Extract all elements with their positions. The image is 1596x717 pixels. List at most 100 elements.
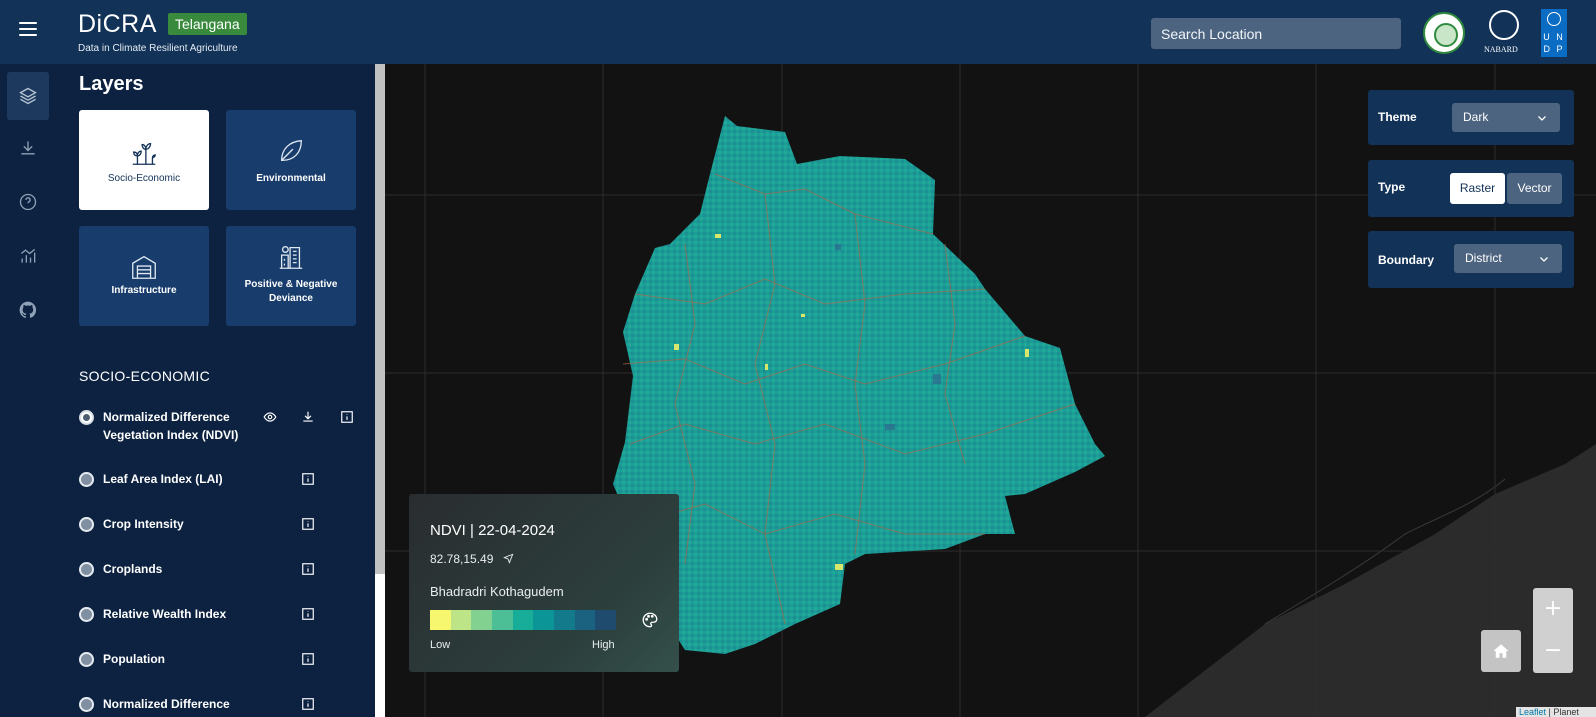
boundary-select[interactable]: District bbox=[1454, 244, 1562, 273]
layer-item-population[interactable]: Population bbox=[79, 650, 359, 690]
type-label: Type bbox=[1378, 180, 1406, 194]
layer-radio[interactable] bbox=[79, 472, 94, 487]
layers-icon[interactable] bbox=[7, 72, 49, 120]
layer-item-normalized-difference[interactable]: Normalized Difference bbox=[79, 695, 359, 717]
chevron-down-icon bbox=[1540, 257, 1548, 262]
coordinates-text: 82.78,15.49 bbox=[430, 552, 494, 566]
analytics-icon[interactable] bbox=[7, 232, 49, 280]
card-deviance[interactable]: Positive & Negative Deviance bbox=[226, 226, 356, 326]
legend-title: NDVI | 22-04-2024 bbox=[430, 522, 555, 539]
legend-color-ramp bbox=[430, 610, 617, 630]
panel-scrollbar-thumb[interactable] bbox=[375, 64, 385, 574]
layer-label: Relative Wealth Index bbox=[103, 607, 227, 621]
zoom-in-button[interactable]: + bbox=[1533, 588, 1573, 630]
left-rail bbox=[0, 64, 57, 717]
telangana-ndvi-raster[interactable] bbox=[613, 116, 1105, 654]
layer-item-relative-wealth[interactable]: Relative Wealth Index bbox=[79, 605, 359, 645]
ramp-swatch bbox=[471, 610, 493, 630]
sea-area bbox=[1145, 444, 1596, 717]
info-icon[interactable] bbox=[301, 607, 315, 621]
card-socio-economic[interactable]: Socio-Economic bbox=[79, 110, 209, 210]
legend-coordinates: 82.78,15.49 bbox=[430, 552, 514, 566]
layer-radio[interactable] bbox=[79, 607, 94, 622]
locate-arrow-icon bbox=[502, 553, 514, 564]
layer-label: Normalized Difference bbox=[103, 697, 230, 711]
nabard-logo-text: NABARD bbox=[1484, 45, 1518, 54]
boundary-control: Boundary District bbox=[1368, 231, 1574, 288]
brand-title: DiCRA bbox=[78, 10, 157, 38]
card-label: Socio-Economic bbox=[107, 173, 181, 184]
info-icon[interactable] bbox=[301, 517, 315, 531]
boundary-value: District bbox=[1465, 251, 1502, 265]
ramp-swatch bbox=[512, 610, 534, 630]
app-root: DiCRA Telangana Data in Climate Resilien… bbox=[0, 0, 1596, 717]
info-icon[interactable] bbox=[301, 652, 315, 666]
card-label: Positive & Negative Deviance bbox=[244, 279, 338, 304]
search-location-input[interactable] bbox=[1151, 18, 1401, 49]
home-button[interactable] bbox=[1481, 630, 1521, 672]
ramp-swatch bbox=[574, 610, 596, 630]
theme-label: Theme bbox=[1378, 110, 1417, 124]
ramp-swatch bbox=[533, 610, 555, 630]
layer-label: Normalized Difference Vegetation Index (… bbox=[103, 410, 239, 442]
download-icon[interactable] bbox=[7, 124, 49, 172]
type-vector-button[interactable]: Vector bbox=[1507, 173, 1562, 204]
ndvi-legend-card: NDVI | 22-04-2024 82.78,15.49 Bhadradri … bbox=[409, 494, 679, 672]
layer-radio[interactable] bbox=[79, 410, 94, 425]
github-icon[interactable] bbox=[7, 286, 49, 334]
layer-item-croplands[interactable]: Croplands bbox=[79, 560, 359, 600]
ramp-swatch bbox=[554, 610, 575, 630]
legend-high-label: High bbox=[592, 639, 615, 651]
layer-radio[interactable] bbox=[79, 652, 94, 667]
attribution-rest: | Planet bbox=[1546, 707, 1579, 717]
theme-control: Theme Dark bbox=[1368, 90, 1574, 145]
layer-item-ndvi[interactable]: Normalized Difference Vegetation Index (… bbox=[79, 408, 359, 448]
layer-download-icon[interactable] bbox=[301, 410, 315, 424]
info-icon[interactable] bbox=[301, 562, 315, 576]
help-icon[interactable] bbox=[7, 178, 49, 226]
state-tag: Telangana bbox=[168, 13, 247, 35]
info-icon[interactable] bbox=[301, 472, 315, 486]
leaflet-link[interactable]: Leaflet bbox=[1519, 707, 1546, 717]
card-environmental[interactable]: Environmental bbox=[226, 110, 356, 210]
sprout-icon bbox=[132, 142, 156, 165]
leaf-icon bbox=[280, 139, 302, 162]
theme-value: Dark bbox=[1463, 110, 1489, 124]
layer-radio[interactable] bbox=[79, 697, 94, 712]
info-icon[interactable] bbox=[301, 697, 315, 711]
info-icon[interactable] bbox=[340, 410, 354, 424]
brand-subtitle: Data in Climate Resilient Agriculture bbox=[78, 43, 238, 54]
map-attribution: Leaflet | Planet bbox=[1516, 707, 1596, 717]
home-icon bbox=[1493, 644, 1509, 658]
undp-logo: U N D P bbox=[1541, 9, 1567, 57]
layer-label: Population bbox=[103, 652, 165, 666]
zoom-control: + − bbox=[1533, 588, 1573, 673]
ramp-swatch bbox=[430, 610, 451, 630]
card-label: Infrastructure bbox=[111, 285, 177, 296]
telangana-emblem-logo bbox=[1423, 12, 1465, 54]
type-control: Type Raster Vector bbox=[1368, 160, 1574, 217]
zoom-out-button[interactable]: − bbox=[1533, 630, 1573, 672]
type-raster-button[interactable]: Raster bbox=[1450, 173, 1505, 204]
layer-item-crop-intensity[interactable]: Crop Intensity bbox=[79, 515, 359, 555]
layer-label: Leaf Area Index (LAI) bbox=[103, 472, 223, 486]
layer-radio[interactable] bbox=[79, 562, 94, 577]
menu-icon[interactable] bbox=[19, 22, 37, 38]
card-label: Environmental bbox=[256, 173, 326, 184]
theme-select[interactable]: Dark bbox=[1452, 103, 1560, 132]
nabard-logo: NABARD bbox=[1484, 10, 1522, 56]
layer-radio[interactable] bbox=[79, 517, 94, 532]
ramp-swatch bbox=[595, 610, 617, 630]
card-infrastructure[interactable]: Infrastructure bbox=[79, 226, 209, 326]
layer-label: Croplands bbox=[103, 562, 163, 576]
legend-low-label: Low bbox=[430, 639, 451, 651]
palette-icon[interactable] bbox=[641, 611, 659, 629]
view-eye-icon[interactable] bbox=[263, 410, 277, 424]
undp-logo-text: U N D P bbox=[1543, 32, 1565, 54]
buildings-icon bbox=[279, 246, 303, 269]
layer-item-lai[interactable]: Leaf Area Index (LAI) bbox=[79, 470, 359, 510]
layer-label: Crop Intensity bbox=[103, 517, 184, 531]
chevron-down-icon bbox=[1538, 116, 1546, 121]
legend-location: Bhadradri Kothagudem bbox=[430, 584, 564, 599]
top-header: DiCRA Telangana Data in Climate Resilien… bbox=[0, 0, 1596, 64]
